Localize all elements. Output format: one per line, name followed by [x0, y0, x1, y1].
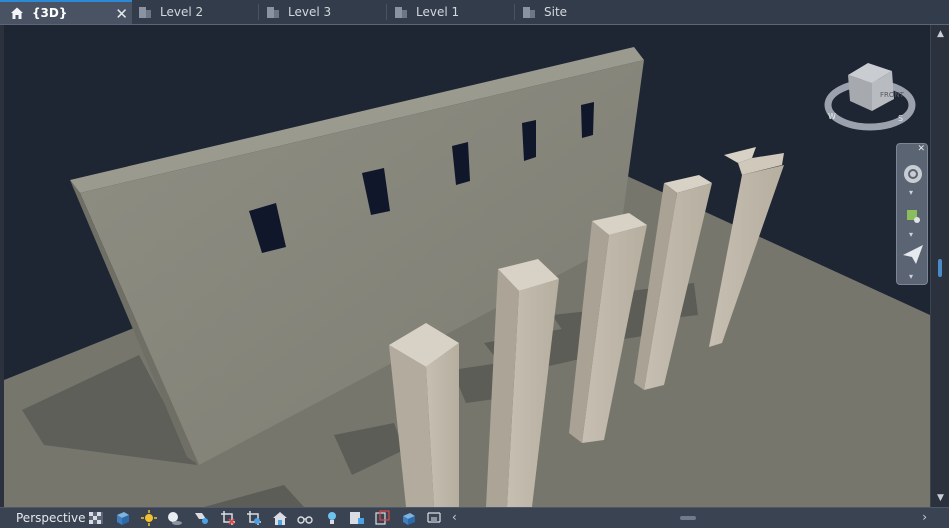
steering-wheel-icon[interactable] [901, 162, 925, 186]
worksharing-icon[interactable] [349, 510, 365, 526]
sun-path-icon[interactable] [141, 510, 157, 526]
crop-view-icon[interactable] [220, 510, 236, 526]
tab-divider [258, 4, 259, 20]
render-icon[interactable] [194, 510, 210, 526]
shadows-icon[interactable] [166, 510, 182, 526]
home-icon [11, 7, 23, 19]
scroll-thumb[interactable] [938, 259, 942, 277]
tab-3d-view[interactable]: {3D} ✕ [0, 0, 132, 24]
compass-label: S [898, 114, 903, 123]
tab-label: Level 1 [416, 5, 460, 19]
fly-icon[interactable] [901, 242, 925, 266]
tab-level-1[interactable]: Level 1 [394, 0, 459, 24]
show-crop-icon[interactable] [246, 510, 262, 526]
scroll-thumb[interactable] [680, 516, 696, 520]
highlight-displacement-icon[interactable] [374, 510, 390, 526]
scroll-left-icon[interactable]: ‹ [452, 510, 457, 524]
tab-level-3[interactable]: Level 3 [266, 0, 331, 24]
close-navbar-icon[interactable]: ✕ [917, 144, 925, 154]
constraints-icon[interactable] [426, 510, 442, 526]
analysis-display-icon[interactable] [401, 510, 417, 526]
zoom-icon[interactable] [901, 204, 925, 228]
close-icon[interactable]: ✕ [115, 5, 128, 23]
floor-plan-icon [523, 7, 535, 18]
dropdown-arrow-icon[interactable]: ▾ [909, 188, 913, 197]
temporary-hide-icon[interactable] [297, 510, 313, 526]
floor-plan-icon [267, 7, 279, 18]
unlock-3d-view-icon[interactable] [272, 510, 288, 526]
tab-site[interactable]: Site [522, 0, 567, 24]
vertical-scrollbar[interactable]: ▲ ▼ [930, 25, 949, 507]
detail-level-icon[interactable] [88, 510, 104, 526]
3d-model-scene[interactable] [4, 25, 930, 507]
3d-viewport[interactable]: FRONT W S [4, 25, 930, 507]
viewcube-face-label: FRONT [880, 91, 905, 99]
floor-plan-icon [395, 7, 407, 18]
viewcube[interactable]: FRONT W S [824, 57, 920, 135]
tab-label: {3D} [32, 6, 68, 20]
scroll-right-icon[interactable]: › [922, 510, 927, 524]
tab-label: Level 3 [288, 5, 332, 19]
tab-level-2[interactable]: Level 2 [138, 0, 203, 24]
tab-divider [514, 4, 515, 20]
dropdown-arrow-icon[interactable]: ▾ [909, 230, 913, 239]
floor-plan-icon [139, 7, 151, 18]
window [522, 120, 536, 161]
tab-label: Site [544, 5, 568, 19]
tab-label: Level 2 [160, 5, 204, 19]
view-tab-bar: {3D} ✕ Level 2 Level 3 Level 1 Site [0, 0, 949, 25]
visual-style-icon[interactable] [115, 510, 131, 526]
window [581, 102, 594, 138]
compass-label: W [828, 112, 836, 121]
reveal-hidden-icon[interactable] [324, 510, 340, 526]
tab-divider [386, 4, 387, 20]
navigation-bar: ✕ ▾ ▾ ▾ [896, 143, 928, 285]
view-mode-label[interactable]: Perspective [16, 511, 86, 525]
dropdown-arrow-icon[interactable]: ▾ [909, 272, 913, 281]
view-control-bar: Perspective ‹ › [0, 507, 949, 528]
scroll-up-icon[interactable]: ▲ [931, 27, 949, 41]
horizontal-scrollbar[interactable]: ‹ › [448, 510, 931, 526]
scroll-down-icon[interactable]: ▼ [931, 491, 949, 505]
